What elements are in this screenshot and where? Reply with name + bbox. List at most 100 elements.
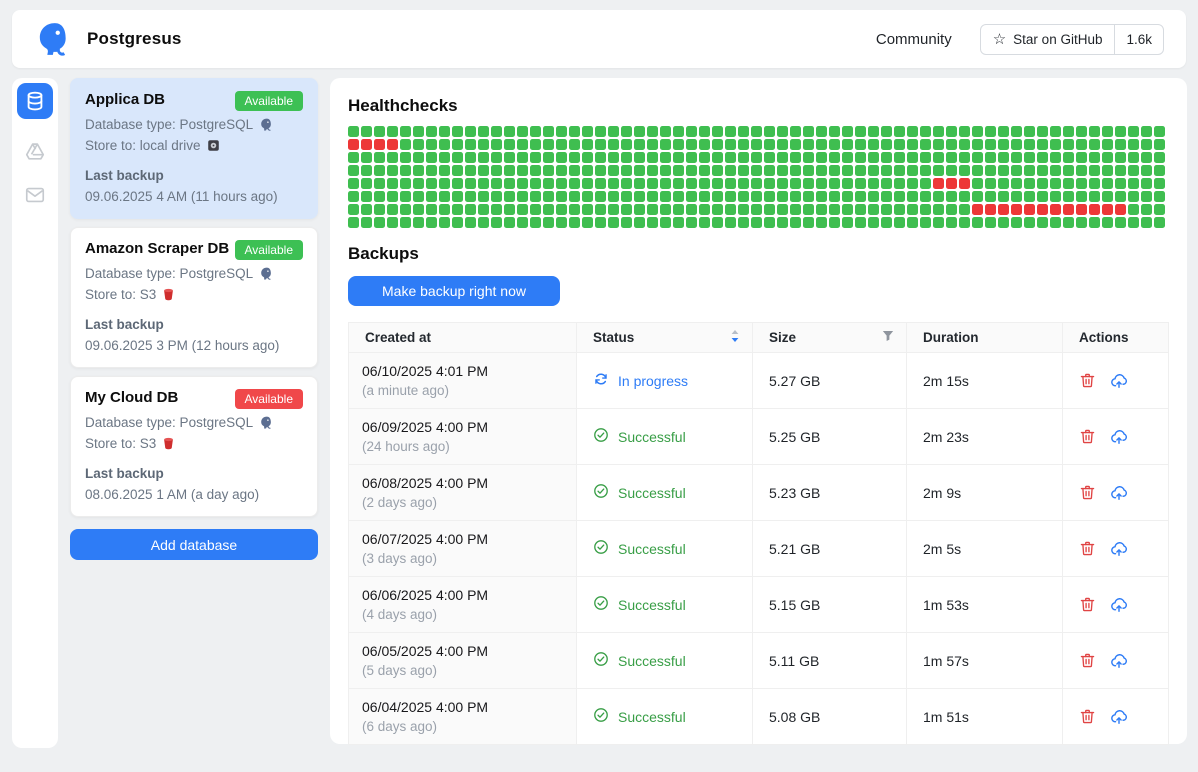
healthcheck-cell <box>1050 139 1061 150</box>
healthcheck-cell <box>920 217 931 228</box>
healthcheck-cell <box>959 139 970 150</box>
healthcheck-cell <box>1089 217 1100 228</box>
delete-backup-icon[interactable] <box>1079 708 1096 725</box>
database-card[interactable]: Applica DB Available Database type: Post… <box>70 78 318 219</box>
healthcheck-cell <box>725 165 736 176</box>
healthcheck-cell <box>647 139 658 150</box>
delete-backup-icon[interactable] <box>1079 596 1096 613</box>
healthcheck-cell <box>660 191 671 202</box>
brand: Postgresus <box>34 19 182 59</box>
column-header-status[interactable]: Status <box>577 323 753 353</box>
restore-backup-icon[interactable] <box>1110 484 1128 502</box>
restore-backup-icon[interactable] <box>1110 540 1128 558</box>
restore-backup-icon[interactable] <box>1110 708 1128 726</box>
healthcheck-cell <box>634 152 645 163</box>
backup-created-at: 06/07/2025 4:00 PM <box>362 531 560 547</box>
delete-backup-icon[interactable] <box>1079 372 1096 389</box>
healthcheck-cell <box>1076 152 1087 163</box>
healthcheck-cell <box>465 139 476 150</box>
healthcheck-cell <box>439 152 450 163</box>
healthcheck-cell <box>1011 152 1022 163</box>
healthcheck-cell <box>920 178 931 189</box>
healthcheck-cell <box>595 204 606 215</box>
healthcheck-cell <box>920 139 931 150</box>
healthcheck-cell <box>933 126 944 137</box>
healthcheck-cell <box>426 126 437 137</box>
healthcheck-cell <box>816 191 827 202</box>
filter-icon[interactable] <box>882 330 894 345</box>
delete-backup-icon[interactable] <box>1079 484 1096 501</box>
healthcheck-cell <box>790 152 801 163</box>
healthcheck-cell <box>361 217 372 228</box>
sidebar-item-storage[interactable] <box>23 139 47 163</box>
restore-backup-icon[interactable] <box>1110 596 1128 614</box>
delete-backup-icon[interactable] <box>1079 428 1096 445</box>
healthcheck-cell <box>842 178 853 189</box>
healthcheck-cell <box>517 152 528 163</box>
healthcheck-cell <box>413 126 424 137</box>
healthcheck-cell <box>712 126 723 137</box>
healthcheck-cell <box>673 126 684 137</box>
healthcheck-cell <box>452 217 463 228</box>
status-badge: Available <box>235 389 303 409</box>
healthcheck-cell <box>595 165 606 176</box>
backup-status-text: Successful <box>618 709 686 725</box>
healthcheck-cell <box>452 165 463 176</box>
healthcheck-cell <box>621 152 632 163</box>
mail-icon <box>24 184 46 206</box>
restore-backup-icon[interactable] <box>1110 652 1128 670</box>
healthcheck-cell <box>868 178 879 189</box>
healthcheck-cell <box>933 139 944 150</box>
database-type-label: Database type: PostgreSQL <box>85 266 253 281</box>
backup-table-row: 06/04/2025 4:00 PM (6 days ago) Successf… <box>349 689 1169 745</box>
healthcheck-cell <box>1050 152 1061 163</box>
healthcheck-cell <box>1154 217 1165 228</box>
healthcheck-cell <box>647 217 658 228</box>
backup-table-row: 06/07/2025 4:00 PM (3 days ago) Successf… <box>349 521 1169 577</box>
backup-created-ago: (5 days ago) <box>362 663 560 678</box>
github-star-button[interactable]: ☆ Star on GitHub 1.6k <box>980 24 1164 55</box>
restore-backup-icon[interactable] <box>1110 372 1128 390</box>
database-card[interactable]: Amazon Scraper DB Available Database typ… <box>70 227 318 368</box>
healthcheck-cell <box>543 217 554 228</box>
database-name: My Cloud DB <box>85 389 178 406</box>
sidebar-item-databases[interactable] <box>17 83 53 119</box>
restore-backup-icon[interactable] <box>1110 428 1128 446</box>
postgresql-elephant-icon <box>259 415 274 430</box>
healthcheck-cell <box>699 217 710 228</box>
add-database-button[interactable]: Add database <box>70 529 318 560</box>
healthcheck-cell <box>725 191 736 202</box>
healthcheck-cell <box>647 204 658 215</box>
delete-backup-icon[interactable] <box>1079 540 1096 557</box>
healthcheck-cell <box>413 152 424 163</box>
healthcheck-cell <box>829 204 840 215</box>
healthcheck-cell <box>738 178 749 189</box>
healthcheck-cell <box>400 204 411 215</box>
healthcheck-cell <box>673 178 684 189</box>
delete-backup-icon[interactable] <box>1079 652 1096 669</box>
healthcheck-cell <box>634 126 645 137</box>
healthcheck-cell <box>699 191 710 202</box>
sort-icon[interactable] <box>730 329 740 346</box>
sidebar-item-notifications[interactable] <box>23 183 47 207</box>
healthcheck-cell <box>361 165 372 176</box>
make-backup-button[interactable]: Make backup right now <box>348 276 560 306</box>
backup-table-row: 06/08/2025 4:00 PM (2 days ago) Successf… <box>349 465 1169 521</box>
database-list: Applica DB Available Database type: Post… <box>70 78 318 560</box>
community-link[interactable]: Community <box>876 31 952 48</box>
backup-created-at: 06/08/2025 4:00 PM <box>362 475 560 491</box>
healthcheck-cell <box>751 191 762 202</box>
healthcheck-cell <box>1076 126 1087 137</box>
healthcheck-cell <box>686 204 697 215</box>
healthcheck-cell <box>972 152 983 163</box>
healthcheck-cell <box>1128 191 1139 202</box>
healthcheck-cell <box>920 165 931 176</box>
healthcheck-cell <box>465 126 476 137</box>
healthcheck-cell <box>491 126 502 137</box>
column-header-size[interactable]: Size <box>753 323 907 353</box>
healthcheck-cell <box>881 217 892 228</box>
healthcheck-cell <box>543 152 554 163</box>
app-header: Postgresus Community ☆ Star on GitHub 1.… <box>12 10 1186 68</box>
database-card[interactable]: My Cloud DB Available Database type: Pos… <box>70 376 318 517</box>
healthcheck-cell <box>803 165 814 176</box>
